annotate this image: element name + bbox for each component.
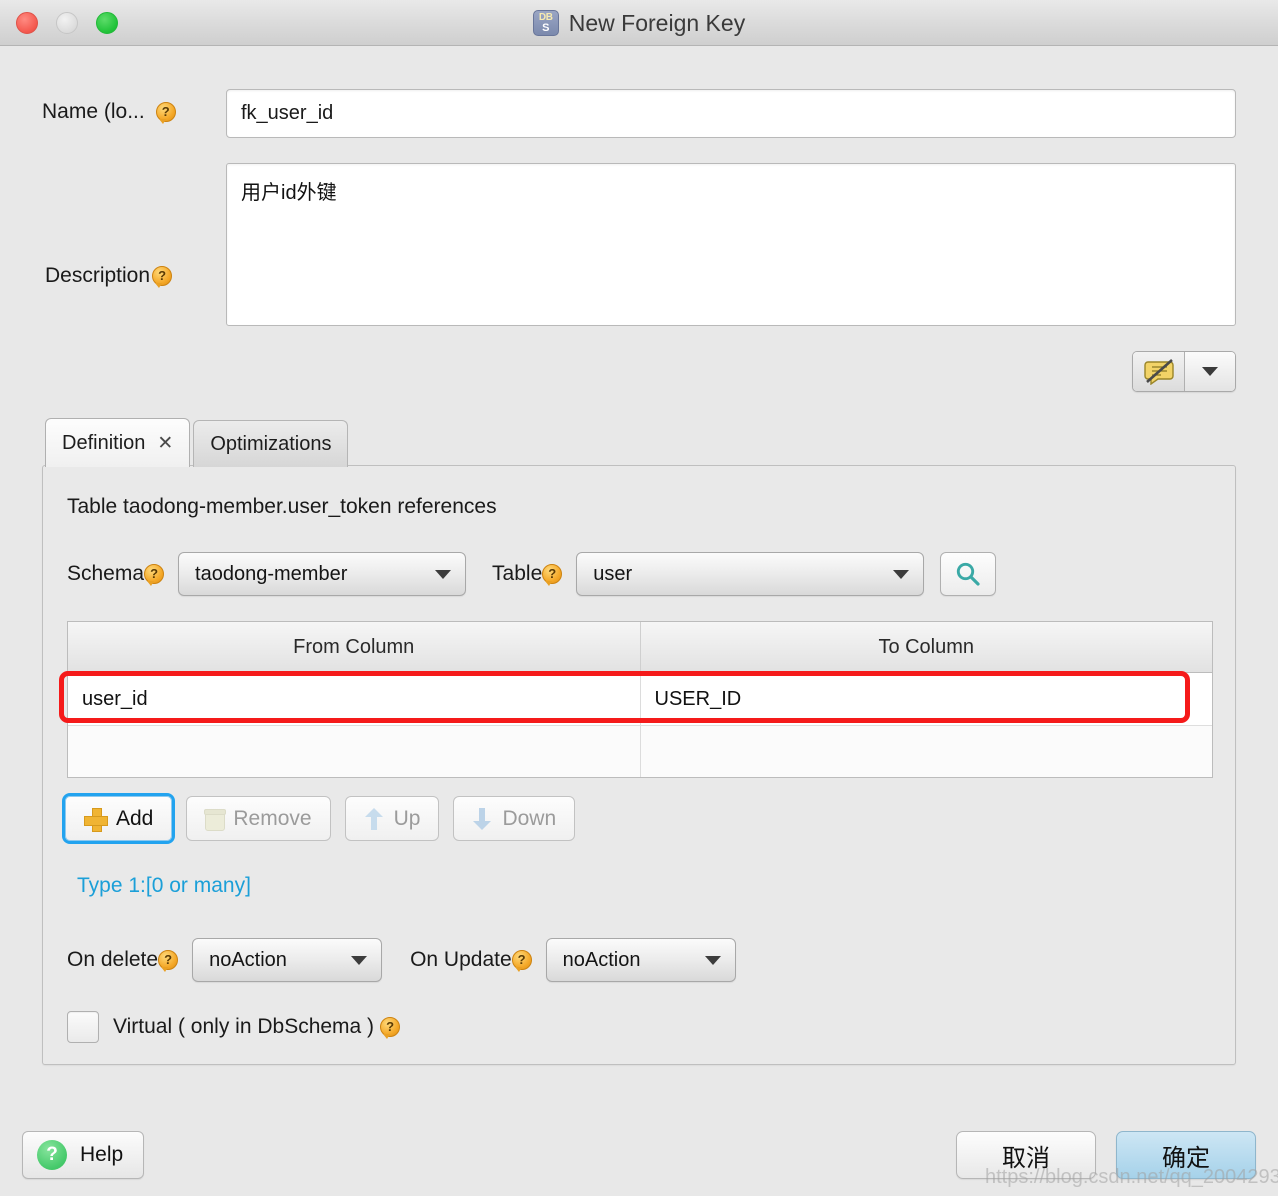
move-up-button[interactable]: Up bbox=[344, 796, 440, 841]
schema-label: Schema bbox=[67, 562, 145, 585]
virtual-row: Virtual ( only in DbSchema ) bbox=[67, 1011, 401, 1043]
on-delete-label: On delete bbox=[67, 948, 159, 971]
comment-disabled-icon bbox=[1143, 358, 1174, 385]
schema-select[interactable]: taodong-member bbox=[178, 552, 467, 596]
move-up-button-label: Up bbox=[393, 806, 421, 830]
on-delete-select[interactable]: noAction bbox=[192, 938, 383, 982]
definition-panel: Table taodong-member.user_token referenc… bbox=[42, 465, 1236, 1065]
column-header-to: To Column bbox=[878, 635, 975, 658]
trash-icon bbox=[204, 808, 227, 831]
comment-toolbar bbox=[1132, 351, 1236, 392]
cancel-button[interactable]: 取消 bbox=[956, 1131, 1096, 1179]
on-delete-label-group: On delete bbox=[67, 948, 179, 972]
tab-optimizations[interactable]: Optimizations bbox=[193, 420, 349, 467]
arrow-up-icon bbox=[364, 807, 384, 830]
virtual-label: Virtual ( only in DbSchema ) bbox=[113, 1015, 375, 1038]
cell-to-column[interactable] bbox=[641, 726, 1213, 777]
table-row[interactable] bbox=[68, 725, 1212, 777]
help-button-label: Help bbox=[80, 1143, 124, 1166]
name-input[interactable] bbox=[226, 89, 1236, 138]
cell-from-column[interactable]: user_id bbox=[68, 673, 641, 725]
virtual-help-icon[interactable] bbox=[380, 1017, 401, 1039]
columns-table: From Column To Column user_id USER_ID bbox=[59, 621, 1213, 778]
comment-dropdown-button[interactable] bbox=[1185, 352, 1235, 391]
on-update-select-value: noAction bbox=[562, 948, 641, 971]
relationship-type-link[interactable]: Type 1:[0 or many] bbox=[77, 874, 251, 898]
remove-button[interactable]: Remove bbox=[186, 796, 331, 841]
chevron-down-icon bbox=[1202, 367, 1218, 376]
tab-optimizations-label: Optimizations bbox=[210, 432, 332, 455]
question-circle-icon bbox=[37, 1140, 67, 1170]
table-help-icon[interactable] bbox=[542, 564, 563, 586]
table-row[interactable]: user_id USER_ID bbox=[68, 673, 1212, 725]
schema-help-icon[interactable] bbox=[144, 564, 165, 586]
move-down-button-label: Down bbox=[502, 806, 557, 830]
on-update-label-group: On Update bbox=[410, 948, 532, 972]
ok-button[interactable]: 确定 bbox=[1116, 1131, 1256, 1179]
columns-table-header: From Column To Column bbox=[68, 622, 1212, 673]
help-button[interactable]: Help bbox=[22, 1131, 145, 1179]
table-label-group: Table bbox=[492, 562, 563, 586]
column-action-buttons: Add Remove Up Down bbox=[65, 796, 576, 841]
remove-button-label: Remove bbox=[233, 806, 312, 830]
dbschema-icon-s-text: S bbox=[542, 22, 550, 34]
arrow-down-icon bbox=[472, 807, 492, 830]
window-titlebar: DB S New Foreign Key bbox=[0, 0, 1278, 46]
add-button[interactable]: Add bbox=[65, 796, 173, 841]
tab-bar: Definition ✕ Optimizations bbox=[45, 418, 349, 467]
on-update-label: On Update bbox=[410, 948, 512, 971]
description-label: Description bbox=[45, 264, 151, 287]
search-icon bbox=[957, 562, 980, 586]
window-title: New Foreign Key bbox=[568, 9, 746, 36]
chevron-down-icon bbox=[893, 569, 910, 579]
table-label: Table bbox=[492, 562, 543, 585]
chevron-down-icon bbox=[704, 955, 721, 965]
move-down-button[interactable]: Down bbox=[453, 796, 576, 841]
table-search-button[interactable] bbox=[940, 552, 997, 596]
schema-label-group: Schema bbox=[67, 562, 165, 586]
tab-definition[interactable]: Definition ✕ bbox=[45, 418, 191, 467]
schema-select-value: taodong-member bbox=[195, 562, 348, 585]
chevron-down-icon bbox=[351, 955, 368, 965]
column-header-from: From Column bbox=[68, 622, 641, 672]
comment-disabled-icon-button[interactable] bbox=[1133, 352, 1185, 391]
add-button-label: Add bbox=[116, 806, 154, 830]
virtual-checkbox[interactable] bbox=[67, 1011, 99, 1043]
name-label: Name (lo... bbox=[42, 100, 145, 123]
virtual-label-group: Virtual ( only in DbSchema ) bbox=[113, 1015, 401, 1039]
referential-actions-row: On delete noAction On Update noAction bbox=[67, 938, 736, 982]
chevron-down-icon bbox=[435, 569, 452, 579]
plus-icon bbox=[84, 807, 108, 832]
name-label-group: Name (lo... bbox=[42, 100, 176, 124]
dbschema-icon: DB S bbox=[532, 10, 559, 36]
panel-title: Table taodong-member.user_token referenc… bbox=[67, 495, 497, 518]
schema-table-row: Schema taodong-member Table user bbox=[67, 552, 997, 596]
on-update-select[interactable]: noAction bbox=[545, 938, 736, 982]
window-title-area: DB S New Foreign Key bbox=[0, 0, 1278, 46]
on-delete-select-value: noAction bbox=[209, 948, 287, 971]
cell-to-column[interactable]: USER_ID bbox=[641, 673, 1213, 725]
on-update-help-icon[interactable] bbox=[511, 950, 532, 972]
cell-from-column[interactable] bbox=[68, 726, 641, 777]
description-help-icon[interactable] bbox=[152, 266, 173, 288]
tab-definition-label: Definition bbox=[62, 431, 146, 454]
table-select-value: user bbox=[593, 562, 633, 585]
table-select[interactable]: user bbox=[576, 552, 925, 596]
description-textarea[interactable]: 用户id外键 bbox=[226, 163, 1236, 326]
name-help-icon[interactable] bbox=[155, 102, 176, 124]
description-label-group: Description bbox=[45, 264, 173, 288]
on-delete-help-icon[interactable] bbox=[158, 950, 179, 972]
tab-definition-close-icon[interactable]: ✕ bbox=[157, 434, 173, 453]
